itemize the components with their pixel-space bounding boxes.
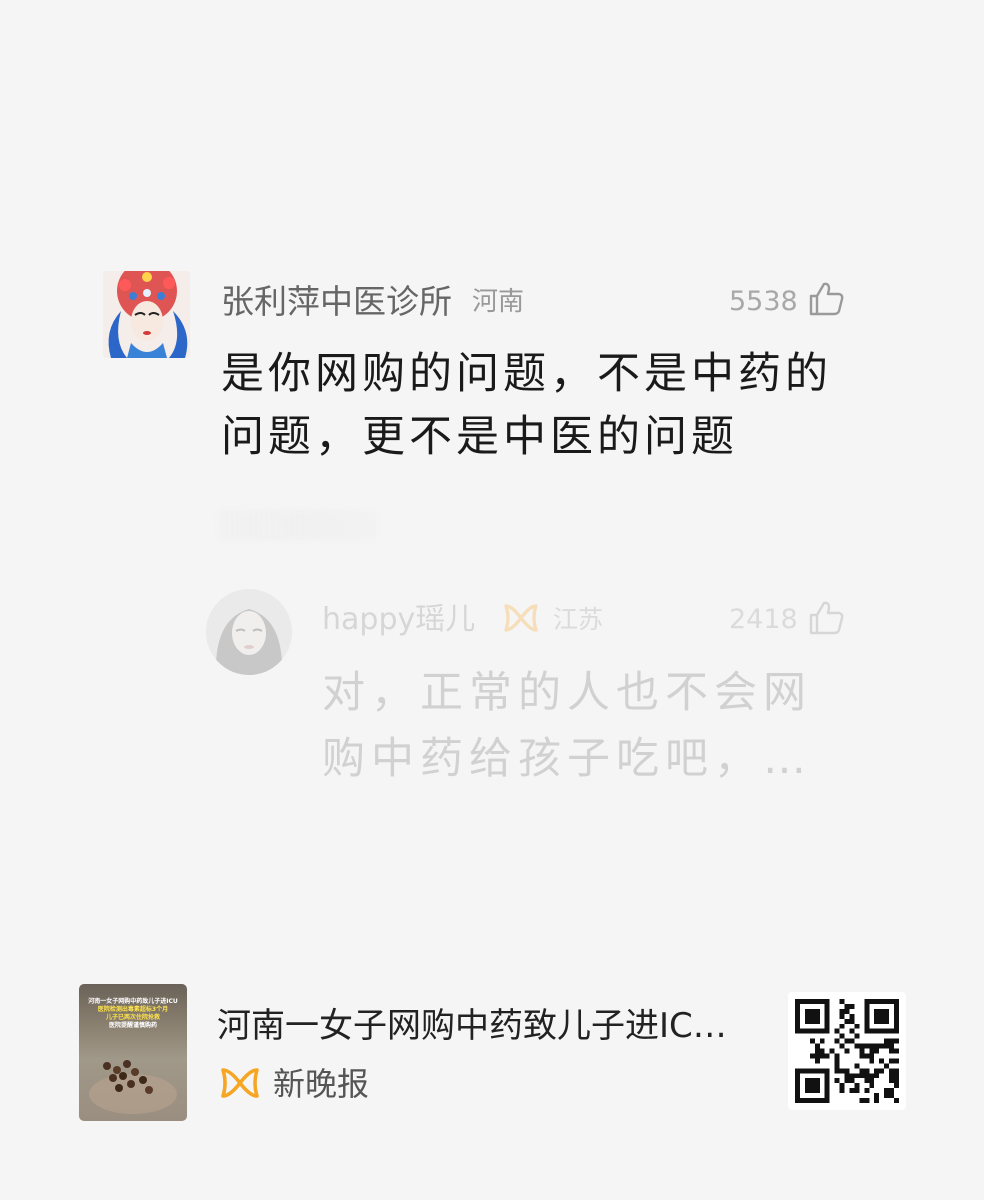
medicine-pills-image [89,1060,177,1114]
article-source: 新晚报 [273,1065,370,1103]
article-thumbnail[interactable]: 河南一女子网购中药致儿子进ICU 医院检测出毒素超标3个月 儿子已两次住院抢救 … [79,984,187,1121]
author-location: 河南 [472,287,525,317]
reply-like-count: 2418 [729,604,798,635]
reply-author-name[interactable]: happy瑶儿 [322,598,475,642]
ghost-placeholder [218,510,378,540]
thumbnail-caption-2: 医院检测出毒素超标3个月 [97,1006,169,1013]
thumbnail-caption-1: 河南一女子网购中药致儿子进ICU [88,998,178,1005]
comment-text: 是你网购的问题，不是中药的问题，更不是中医的问题 [221,349,832,462]
reply-location: 江苏 [553,605,604,634]
reply-comment: happy瑶儿 江苏 2418 对，正常的人也不会网购中药给孩子吃吧，… [0,580,984,820]
reply-avatar[interactable] [206,589,292,675]
thumbs-up-icon[interactable] [807,280,845,318]
thumbnail-caption-3: 儿子已两次住院抢救 [105,1014,160,1021]
thumbs-up-icon[interactable] [807,599,845,637]
woman-portrait-avatar [206,589,292,675]
vip-badge-icon [502,602,540,634]
author-name[interactable]: 张利萍中医诊所 [221,280,452,324]
article-card[interactable]: 河南一女子网购中药致儿子进ICU 医院检测出毒素超标3个月 儿子已两次住院抢救 … [0,980,984,1140]
reply-text: 对，正常的人也不会网购中药给孩子吃吧，… [322,668,812,784]
like-count: 5538 [729,286,798,317]
brand-logo-icon [219,1066,261,1100]
article-title[interactable]: 河南一女子网购中药致儿子进IC… [217,1002,727,1050]
thumbnail-caption-4: 医院提醒谨慎购药 [108,1022,157,1029]
author-avatar[interactable] [103,271,190,358]
opera-portrait-avatar [103,271,190,358]
main-comment: 张利萍中医诊所 河南 5538 是你网购的问题，不是中药的问题，更不是中医的问题 [0,0,984,540]
qr-code-icon [788,992,906,1110]
